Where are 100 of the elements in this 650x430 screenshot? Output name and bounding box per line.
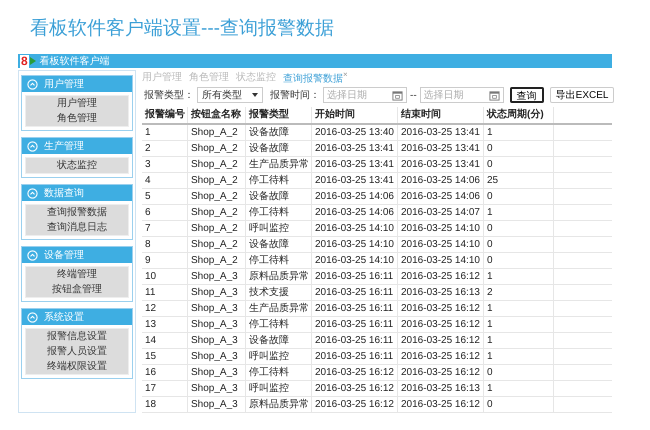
table-cell: Shop_A_2 xyxy=(188,189,246,204)
table-cell: 停工待料 xyxy=(246,173,312,188)
sidebar-item[interactable]: 报警人员设置 xyxy=(26,344,128,359)
table-cell: 2016-03-25 14:10 xyxy=(312,237,398,252)
column-header: 状态周期(分) xyxy=(484,107,554,123)
table-cell: 1 xyxy=(484,205,554,220)
table-cell: 1 xyxy=(484,125,554,140)
table-cell: 2016-03-25 16:13 xyxy=(398,285,484,300)
collapse-icon[interactable] xyxy=(27,250,38,260)
table-cell: 2016-03-25 14:06 xyxy=(398,189,484,204)
collapse-icon[interactable] xyxy=(27,188,38,198)
column-header: 报警编号 xyxy=(142,107,188,123)
table-cell: 2016-03-25 16:11 xyxy=(312,333,398,348)
table-cell: 25 xyxy=(484,173,554,188)
page-title: 看板软件客户端设置---查询报警数据 xyxy=(30,17,334,41)
table-cell: 1 xyxy=(484,349,554,364)
table-cell: 0 xyxy=(484,141,554,156)
table-cell: 2016-03-25 14:10 xyxy=(398,237,484,252)
calendar-icon[interactable] xyxy=(392,90,403,100)
calendar-icon[interactable] xyxy=(488,90,500,100)
table-cell: 原料品质异常 xyxy=(246,397,312,412)
app-logo: 8 xyxy=(20,54,36,68)
table-cell: 2016-03-25 16:11 xyxy=(312,317,398,332)
sidebar-item[interactable]: 终端权限设置 xyxy=(26,359,128,374)
table-cell: 停工待料 xyxy=(246,317,312,332)
start-date-input[interactable]: 选择日期 xyxy=(327,89,379,101)
sidebar-item[interactable]: 终端管理 xyxy=(26,267,128,282)
table-cell: 2016-03-25 16:12 xyxy=(398,333,484,348)
table-cell: Shop_A_3 xyxy=(188,269,246,284)
table-cell: 2016-03-25 16:12 xyxy=(398,365,484,380)
sidebar-item[interactable]: 角色管理 xyxy=(26,111,128,126)
table-cell: 3 xyxy=(142,157,188,172)
type-dropdown[interactable]: 所有类型 xyxy=(197,87,263,103)
table-cell: 2016-03-25 16:13 xyxy=(398,381,484,396)
table-cell: 2016-03-25 16:11 xyxy=(312,301,398,316)
table-cell: 2 xyxy=(484,285,554,300)
table-cell: Shop_A_3 xyxy=(188,285,246,300)
table-cell: Shop_A_3 xyxy=(188,317,246,332)
table-cell: 停工待料 xyxy=(246,365,312,380)
table-cell: 2016-03-25 14:10 xyxy=(398,221,484,236)
group-label: 设备管理 xyxy=(44,249,84,262)
table-cell: 2016-03-25 16:11 xyxy=(312,285,398,300)
table-cell: Shop_A_3 xyxy=(188,397,246,412)
table-cell: 8 xyxy=(142,237,188,252)
table-cell: 停工待料 xyxy=(246,205,312,220)
table-cell: 2016-03-25 16:12 xyxy=(312,365,398,380)
table-cell: 2016-03-25 14:06 xyxy=(312,205,398,220)
table-cell: 设备故障 xyxy=(246,141,312,156)
end-date-input[interactable]: 选择日期 xyxy=(424,89,476,101)
sidebar-item[interactable]: 查询消息日志 xyxy=(26,220,128,235)
table-cell: 5 xyxy=(142,189,188,204)
table-cell: 6 xyxy=(142,205,188,220)
table-cell: 呼叫监控 xyxy=(246,349,312,364)
table-cell: 0 xyxy=(484,237,554,252)
sidebar-item[interactable]: 查询报警数据 xyxy=(26,205,128,220)
table-cell: 17 xyxy=(142,381,188,396)
table-cell: 2016-03-25 13:41 xyxy=(398,157,484,172)
table-cell: 呼叫监控 xyxy=(246,221,312,236)
group-label: 系统设置 xyxy=(44,310,84,324)
table-cell: Shop_A_3 xyxy=(188,333,246,348)
table-cell: 16 xyxy=(142,365,188,380)
end-date-field[interactable]: 选择日期 xyxy=(420,87,504,103)
table-cell: 13 xyxy=(142,317,188,332)
sidebar-item[interactable]: 按钮盒管理 xyxy=(26,282,128,297)
table-cell: 2 xyxy=(142,141,188,156)
table-cell: Shop_A_2 xyxy=(188,141,246,156)
table-cell: Shop_A_2 xyxy=(188,173,246,188)
table-cell: 9 xyxy=(142,253,188,268)
sidebar-item[interactable]: 用户管理 xyxy=(26,96,128,111)
table-cell: 2016-03-25 13:40 xyxy=(312,125,398,140)
collapse-icon[interactable] xyxy=(27,312,38,322)
action-button[interactable]: 导出EXCEL xyxy=(550,87,614,103)
table-cell: Shop_A_3 xyxy=(188,349,246,364)
table-cell: 11 xyxy=(142,285,188,300)
table-cell: 原料品质异常 xyxy=(246,269,312,284)
action-button[interactable]: 查询 xyxy=(510,87,544,103)
table-cell: 2016-03-25 16:11 xyxy=(312,349,398,364)
table-cell: 2016-03-25 16:11 xyxy=(312,269,398,284)
table-cell: 2016-03-25 13:41 xyxy=(398,125,484,140)
table-cell: 0 xyxy=(484,189,554,204)
table-cell: 2016-03-25 14:10 xyxy=(312,221,398,236)
table-cell: 0 xyxy=(484,221,554,236)
table-cell: 2016-03-25 14:10 xyxy=(312,253,398,268)
table-cell: 2016-03-25 16:12 xyxy=(398,317,484,332)
collapse-icon[interactable] xyxy=(27,78,38,90)
table-cell: 生产品质异常 xyxy=(246,157,312,172)
table-cell: 2016-03-25 13:41 xyxy=(312,141,398,156)
table-cell: 2016-03-25 14:06 xyxy=(398,173,484,188)
column-header: 按钮盒名称 xyxy=(188,107,246,123)
table-cell: 0 xyxy=(484,157,554,172)
table-cell: 0 xyxy=(484,365,554,380)
table-cell: 4 xyxy=(142,173,188,188)
table-cell: 2016-03-25 14:10 xyxy=(398,253,484,268)
table-cell: 2016-03-25 14:07 xyxy=(398,205,484,220)
sidebar-item[interactable]: 报警信息设置 xyxy=(26,329,128,344)
sidebar-item[interactable]: 状态监控 xyxy=(26,158,128,173)
column-header: 开始时间 xyxy=(312,107,398,123)
table-cell: 2016-03-25 16:12 xyxy=(398,349,484,364)
collapse-icon[interactable] xyxy=(27,140,38,152)
start-date-field[interactable]: 选择日期 xyxy=(323,87,407,103)
